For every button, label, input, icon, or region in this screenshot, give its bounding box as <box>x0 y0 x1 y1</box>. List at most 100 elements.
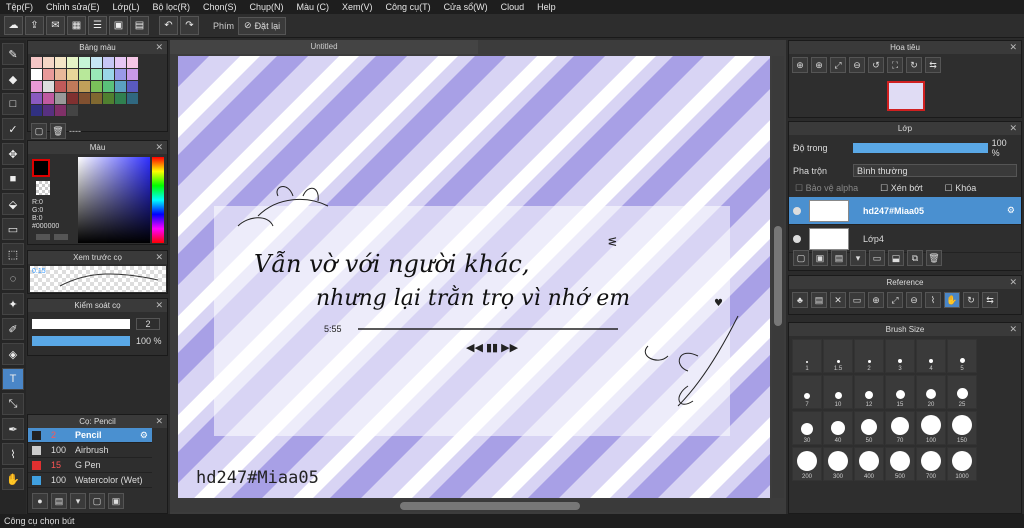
palette-swatch[interactable] <box>55 69 66 80</box>
menu-item[interactable]: Xem(V) <box>342 2 373 12</box>
canvas[interactable]: 5:55 ◀◀ ▮▮ ▶▶ ᓬ ♥ Vẫn vờ với người khác,… <box>178 56 770 498</box>
palette-swatch[interactable] <box>31 57 42 68</box>
menu-item[interactable]: Cửa sổ(W) <box>444 2 488 12</box>
brush-size-cell[interactable]: 3 <box>885 339 915 373</box>
menu-item[interactable]: Cloud <box>501 2 525 12</box>
brush-add-icon[interactable]: ● <box>32 493 48 509</box>
palette-swatch[interactable] <box>79 57 90 68</box>
palette-swatch[interactable] <box>127 69 138 80</box>
brush-copy-icon[interactable]: ▢ <box>89 493 105 509</box>
document-tab[interactable]: Untitled <box>170 40 478 54</box>
brush-duplicate-icon[interactable]: ▣ <box>108 493 124 509</box>
brush-size-cell[interactable]: 30 <box>792 411 822 445</box>
menu-item[interactable]: Chọn(S) <box>203 2 237 12</box>
brush-settings-icon[interactable]: ⚙ <box>140 430 148 441</box>
menu-item[interactable]: Tệp(F) <box>6 2 33 12</box>
image-icon[interactable]: ▤ <box>130 16 149 35</box>
hue-slider[interactable] <box>152 157 164 243</box>
reset-color-icon[interactable] <box>54 234 68 240</box>
menu-item[interactable]: Chỉnh sửa(E) <box>46 2 100 12</box>
palette-swatch[interactable] <box>31 69 42 80</box>
layer-item[interactable]: hd247#Miaa05 ⚙ <box>789 197 1021 225</box>
brush-size-cell[interactable]: 700 <box>916 447 946 481</box>
new-layer-icon[interactable]: ▢ <box>793 250 809 266</box>
move-icon[interactable]: ✥ <box>2 143 24 165</box>
hand-icon[interactable]: ✋ <box>2 468 24 490</box>
reset-button[interactable]: ⊘ Đặt lại <box>238 16 287 35</box>
menu-item[interactable]: Màu (C) <box>297 2 330 12</box>
swap-icon[interactable] <box>36 234 50 240</box>
palette-swatch[interactable] <box>103 93 114 104</box>
navigator-thumbnail[interactable] <box>887 81 925 111</box>
layer-item[interactable]: Lớp4 <box>789 225 1021 253</box>
lock-checkbox[interactable]: ☐ Khóa <box>945 183 977 194</box>
palette-swatch[interactable] <box>43 105 54 116</box>
palette-swatch[interactable] <box>31 81 42 92</box>
share-icon[interactable]: ⇪ <box>25 16 44 35</box>
cloud-icon[interactable]: ☁ <box>4 16 23 35</box>
zoom-in-alt-icon[interactable]: ⊕ <box>811 57 827 73</box>
select-lasso-icon[interactable]: ◌ <box>2 268 24 290</box>
undo-icon[interactable]: ↶ <box>159 16 178 35</box>
visibility-icon[interactable] <box>793 234 801 243</box>
brush-size-cell[interactable]: 40 <box>823 411 853 445</box>
ref-image-icon[interactable]: ▭ <box>849 292 865 308</box>
layer-opacity-slider[interactable] <box>852 143 988 153</box>
redo-icon[interactable]: ↷ <box>180 16 199 35</box>
palette-swatch[interactable] <box>43 81 54 92</box>
palette-swatch[interactable] <box>115 93 126 104</box>
palette-swatch[interactable] <box>67 105 78 116</box>
palette-swatch[interactable] <box>43 69 54 80</box>
brush-row[interactable]: 2 Pencil ⚙ <box>28 428 152 443</box>
palette-swatch[interactable] <box>127 57 138 68</box>
rotate-right-icon[interactable]: ↻ <box>906 57 922 73</box>
blend-select[interactable]: Bình thường <box>853 164 1017 177</box>
ref-rotate-icon[interactable]: ↻ <box>963 292 979 308</box>
brush-row[interactable]: 100 Watercolor (Wet) <box>28 473 152 488</box>
palette-swatch[interactable] <box>31 105 42 116</box>
zoom-out-icon[interactable]: ⊖ <box>849 57 865 73</box>
palette-swatch[interactable] <box>79 69 90 80</box>
brush-size-cell[interactable]: 50 <box>854 411 884 445</box>
brush-size-cell[interactable]: 12 <box>854 375 884 409</box>
palette-swatch[interactable] <box>55 81 66 92</box>
horizontal-scrollbar[interactable] <box>170 500 770 512</box>
rotate-left-icon[interactable]: ↺ <box>868 57 884 73</box>
palette-swatch[interactable] <box>103 69 114 80</box>
new-swatch-icon[interactable]: ▢ <box>31 123 47 139</box>
brush-size-cell[interactable]: 150 <box>947 411 977 445</box>
lasso-icon[interactable]: ✓ <box>2 118 24 140</box>
menu-item[interactable]: Bộ lọc(R) <box>152 2 190 12</box>
pen-icon[interactable]: ✒ <box>2 418 24 440</box>
menu-item[interactable]: Help <box>537 2 556 12</box>
select-pen-icon[interactable]: ✐ <box>2 318 24 340</box>
layer-menu-icon[interactable]: ▾ <box>850 250 866 266</box>
brush-menu-icon[interactable]: ▾ <box>70 493 86 509</box>
size-slider[interactable] <box>32 319 130 329</box>
ref-folder-icon[interactable]: ▤ <box>811 292 827 308</box>
ref-eyedropper-icon[interactable]: ⌇ <box>925 292 941 308</box>
brush-size-cell[interactable]: 400 <box>854 447 884 481</box>
brush-size-cell[interactable]: 200 <box>792 447 822 481</box>
palette-swatch[interactable] <box>127 93 138 104</box>
clipping-checkbox[interactable]: ☐ Xén bớt <box>880 183 923 194</box>
layer-settings-icon[interactable]: ⚙ <box>1007 205 1015 216</box>
brush-size-cell[interactable]: 10 <box>823 375 853 409</box>
palette-swatch[interactable] <box>127 81 138 92</box>
text-tool-icon[interactable]: T <box>2 368 24 390</box>
brush-size-cell[interactable]: 1.5 <box>823 339 853 373</box>
palette-swatch[interactable] <box>31 93 42 104</box>
close-icon[interactable]: ✕ <box>155 41 163 54</box>
close-icon[interactable]: ✕ <box>1009 276 1017 289</box>
close-icon[interactable]: ✕ <box>1009 41 1017 54</box>
layer-folder-icon[interactable]: ▭ <box>869 250 885 266</box>
palette-swatch[interactable] <box>67 57 78 68</box>
palette-swatch[interactable] <box>103 57 114 68</box>
ref-add-icon[interactable]: ♣ <box>792 292 808 308</box>
menu-item[interactable]: Chụp(N) <box>250 2 284 12</box>
brush-size-cell[interactable]: 1 <box>792 339 822 373</box>
ref-zoom-out-icon[interactable]: ⊖ <box>906 292 922 308</box>
palette-swatch[interactable] <box>79 93 90 104</box>
palette-swatch[interactable] <box>91 57 102 68</box>
brush-size-cell[interactable]: 500 <box>885 447 915 481</box>
